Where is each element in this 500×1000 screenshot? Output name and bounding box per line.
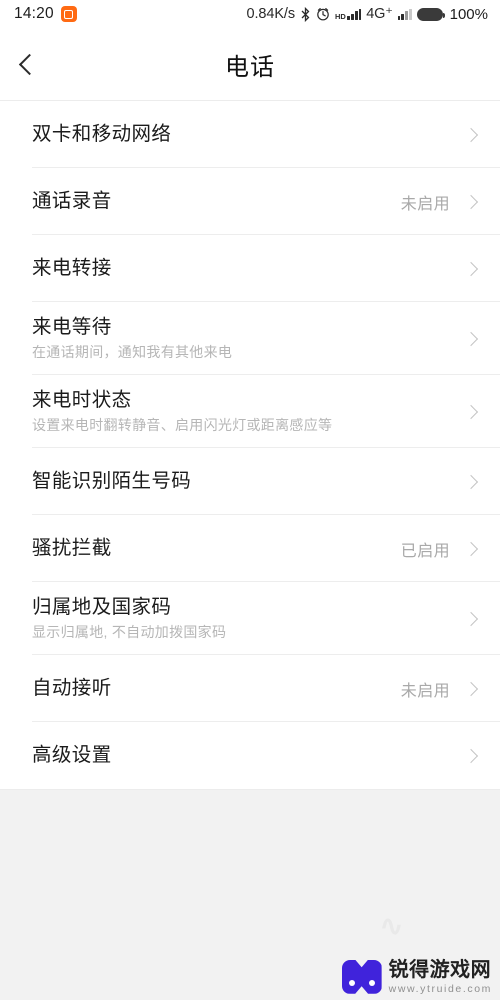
signal-bars-sim1-icon	[347, 8, 362, 20]
alarm-clock-icon	[316, 7, 330, 21]
row-texts: 来电等待 在通话期间，通知我有其他来电	[32, 316, 466, 361]
status-bar: 14:20 0.84K/s HD 4G⁺ 100%	[0, 0, 500, 28]
settings-row-call-recording[interactable]: 通话录音 未启用	[0, 168, 500, 235]
site-watermark: 锐得游戏网 www.ytruide.com	[341, 959, 492, 995]
chevron-right-icon	[463, 127, 479, 142]
row-texts: 智能识别陌生号码	[32, 470, 466, 493]
settings-row-dual-sim[interactable]: 双卡和移动网络	[0, 101, 500, 168]
chevron-right-icon	[463, 611, 479, 626]
settings-row-advanced-settings[interactable]: 高级设置	[0, 722, 500, 789]
row-value: 未启用	[400, 195, 450, 213]
volte-hd-signal-icon: HD	[335, 8, 362, 21]
network-speed-label: 0.84K/s	[246, 6, 296, 22]
row-texts: 归属地及国家码 显示归属地, 不自动加拨国家码	[32, 596, 466, 641]
battery-percent-label: 100%	[449, 5, 488, 23]
page-title: 电话	[225, 53, 275, 81]
row-title: 通话录音	[32, 189, 112, 212]
chevron-right-icon	[463, 541, 479, 556]
row-subtitle: 显示归属地, 不自动加拨国家码	[32, 624, 227, 641]
settings-row-location-country-code[interactable]: 归属地及国家码 显示归属地, 不自动加拨国家码	[0, 582, 500, 655]
row-title: 高级设置	[32, 743, 112, 766]
status-bar-left: 14:20	[14, 5, 77, 23]
bluetooth-icon	[300, 6, 311, 22]
settings-row-auto-answer[interactable]: 自动接听 未启用	[0, 655, 500, 722]
row-texts: 自动接听	[32, 677, 401, 700]
settings-row-harassment-blocking[interactable]: 骚扰拦截 已启用	[0, 515, 500, 582]
gamepad-logo-icon	[341, 959, 382, 994]
chevron-right-icon	[463, 681, 479, 696]
status-bar-right: 0.84K/s HD 4G⁺ 100%	[247, 6, 488, 23]
row-title: 归属地及国家码	[32, 595, 172, 618]
row-subtitle: 设置来电时翻转静音、启用闪光灯或距离感应等	[32, 417, 333, 434]
chevron-right-icon	[463, 404, 479, 419]
screen-recorder-icon	[60, 6, 77, 22]
watermark-site-name: 锐得游戏网	[388, 958, 492, 981]
row-texts: 高级设置	[32, 744, 466, 767]
row-title: 来电等待	[32, 315, 112, 338]
row-value: 未启用	[400, 682, 450, 700]
row-title: 双卡和移动网络	[32, 122, 172, 145]
row-title: 来电时状态	[32, 388, 132, 411]
chevron-right-icon	[463, 748, 479, 763]
battery-full-icon	[416, 7, 446, 21]
watermark-site-url: www.ytruide.com	[388, 982, 492, 995]
hd-label: HD	[335, 12, 346, 21]
network-type-label: 4G⁺	[366, 6, 393, 22]
chevron-right-icon	[463, 261, 479, 276]
row-texts: 双卡和移动网络	[32, 123, 466, 146]
status-bar-clock: 14:20	[14, 5, 54, 22]
row-value: 已启用	[400, 542, 450, 560]
row-title: 自动接听	[32, 676, 112, 699]
row-texts: 骚扰拦截	[32, 537, 401, 560]
page-background-area	[0, 789, 500, 970]
row-title: 来电转接	[32, 256, 112, 279]
row-title: 骚扰拦截	[32, 536, 112, 559]
app-header: 电话	[0, 28, 500, 101]
row-texts: 来电时状态 设置来电时翻转静音、启用闪光灯或距离感应等	[32, 389, 466, 434]
chevron-right-icon	[463, 194, 479, 209]
row-subtitle: 在通话期间，通知我有其他来电	[32, 344, 233, 361]
watermark-texts: 锐得游戏网 www.ytruide.com	[389, 960, 492, 995]
settings-row-call-forwarding[interactable]: 来电转接	[0, 235, 500, 302]
chevron-right-icon	[463, 474, 479, 489]
settings-row-call-waiting[interactable]: 来电等待 在通话期间，通知我有其他来电	[0, 302, 500, 375]
settings-list: 双卡和移动网络 通话录音 未启用 来电转接 来电等待 在通话期间，通知我有其他来…	[0, 101, 500, 789]
settings-row-incoming-call-status[interactable]: 来电时状态 设置来电时翻转静音、启用闪光灯或距离感应等	[0, 375, 500, 448]
settings-row-unknown-number-id[interactable]: 智能识别陌生号码	[0, 448, 500, 515]
signal-bars-sim2-icon	[397, 8, 412, 20]
row-texts: 来电转接	[32, 257, 466, 280]
watermark-ghost-mark: ∿	[378, 910, 404, 943]
row-texts: 通话录音	[32, 190, 401, 213]
chevron-right-icon	[463, 331, 479, 346]
row-title: 智能识别陌生号码	[32, 469, 192, 492]
